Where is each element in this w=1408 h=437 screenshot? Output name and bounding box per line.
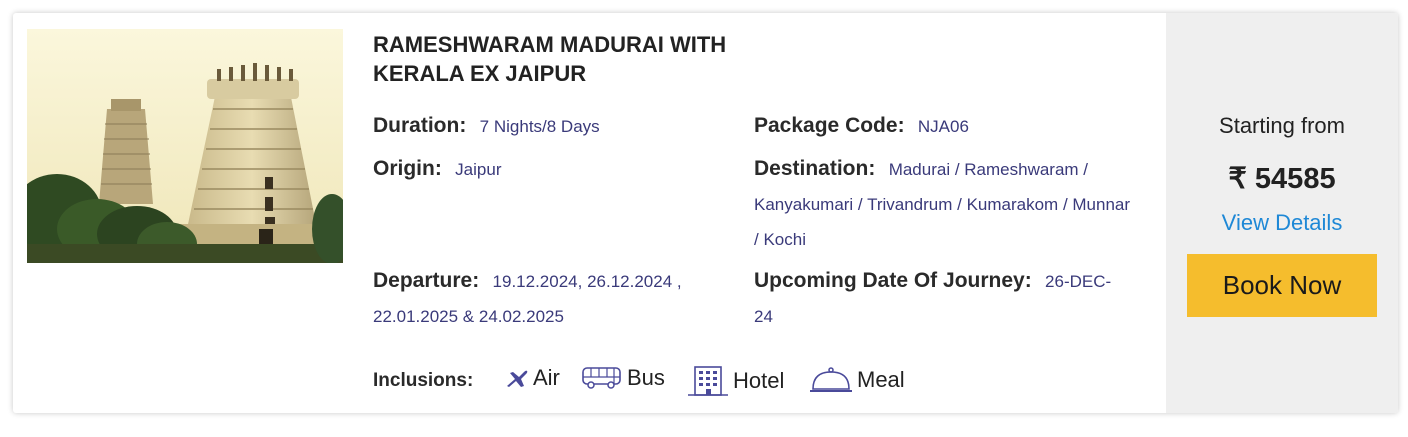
price-panel: Starting from ₹ 54585 View Details Book … [1166, 13, 1398, 413]
package-card: RAMESHWARAM MADURAI WITH KERALA EX JAIPU… [13, 13, 1398, 413]
price-value: ₹ 54585 [1228, 163, 1336, 195]
package-code-value: NJA06 [917, 117, 969, 136]
starting-from-label: Starting from [1219, 113, 1345, 138]
inclusions-label: Inclusions: [373, 370, 474, 391]
package-title[interactable]: RAMESHWARAM MADURAI WITH KERALA EX JAIPU… [373, 30, 793, 88]
inclusion-hotel: Hotel [687, 365, 784, 397]
duration-field: Duration: 7 Nights/8 Days [373, 109, 600, 145]
plane-icon [507, 370, 528, 387]
origin-value: Jaipur [455, 160, 502, 179]
destination-field: Destination: Madurai / Rameshwaram / Kan… [754, 152, 1134, 258]
inclusion-air-label: Air [533, 365, 560, 390]
hotel-icon [688, 366, 728, 396]
package-image[interactable] [27, 29, 343, 263]
inclusion-bus: Bus [581, 365, 665, 391]
view-details-link[interactable]: View Details [1166, 210, 1398, 236]
meal-icon [810, 367, 852, 392]
duration-label: Duration: [373, 114, 467, 137]
duration-value: 7 Nights/8 Days [479, 117, 600, 136]
destination-label: Destination: [754, 157, 876, 180]
origin-field: Origin: Jaipur [373, 152, 501, 188]
journey-date-label: Upcoming Date Of Journey: [754, 269, 1032, 292]
inclusion-meal: Meal [809, 365, 905, 395]
inclusion-bus-label: Bus [627, 365, 665, 390]
bus-icon [582, 367, 621, 389]
departure-label: Departure: [373, 269, 480, 292]
book-now-button[interactable]: Book Now [1187, 254, 1377, 317]
inclusion-hotel-label: Hotel [733, 368, 785, 393]
inclusion-air: Air [505, 365, 560, 391]
departure-field: Departure: 19.12.2024, 26.12.2024 , 22.0… [373, 264, 733, 335]
package-code-field: Package Code: NJA06 [754, 109, 969, 145]
origin-label: Origin: [373, 157, 442, 180]
package-code-label: Package Code: [754, 114, 905, 137]
inclusion-meal-label: Meal [857, 367, 905, 392]
journey-date-field: Upcoming Date Of Journey: 26-DEC-24 [754, 264, 1124, 335]
